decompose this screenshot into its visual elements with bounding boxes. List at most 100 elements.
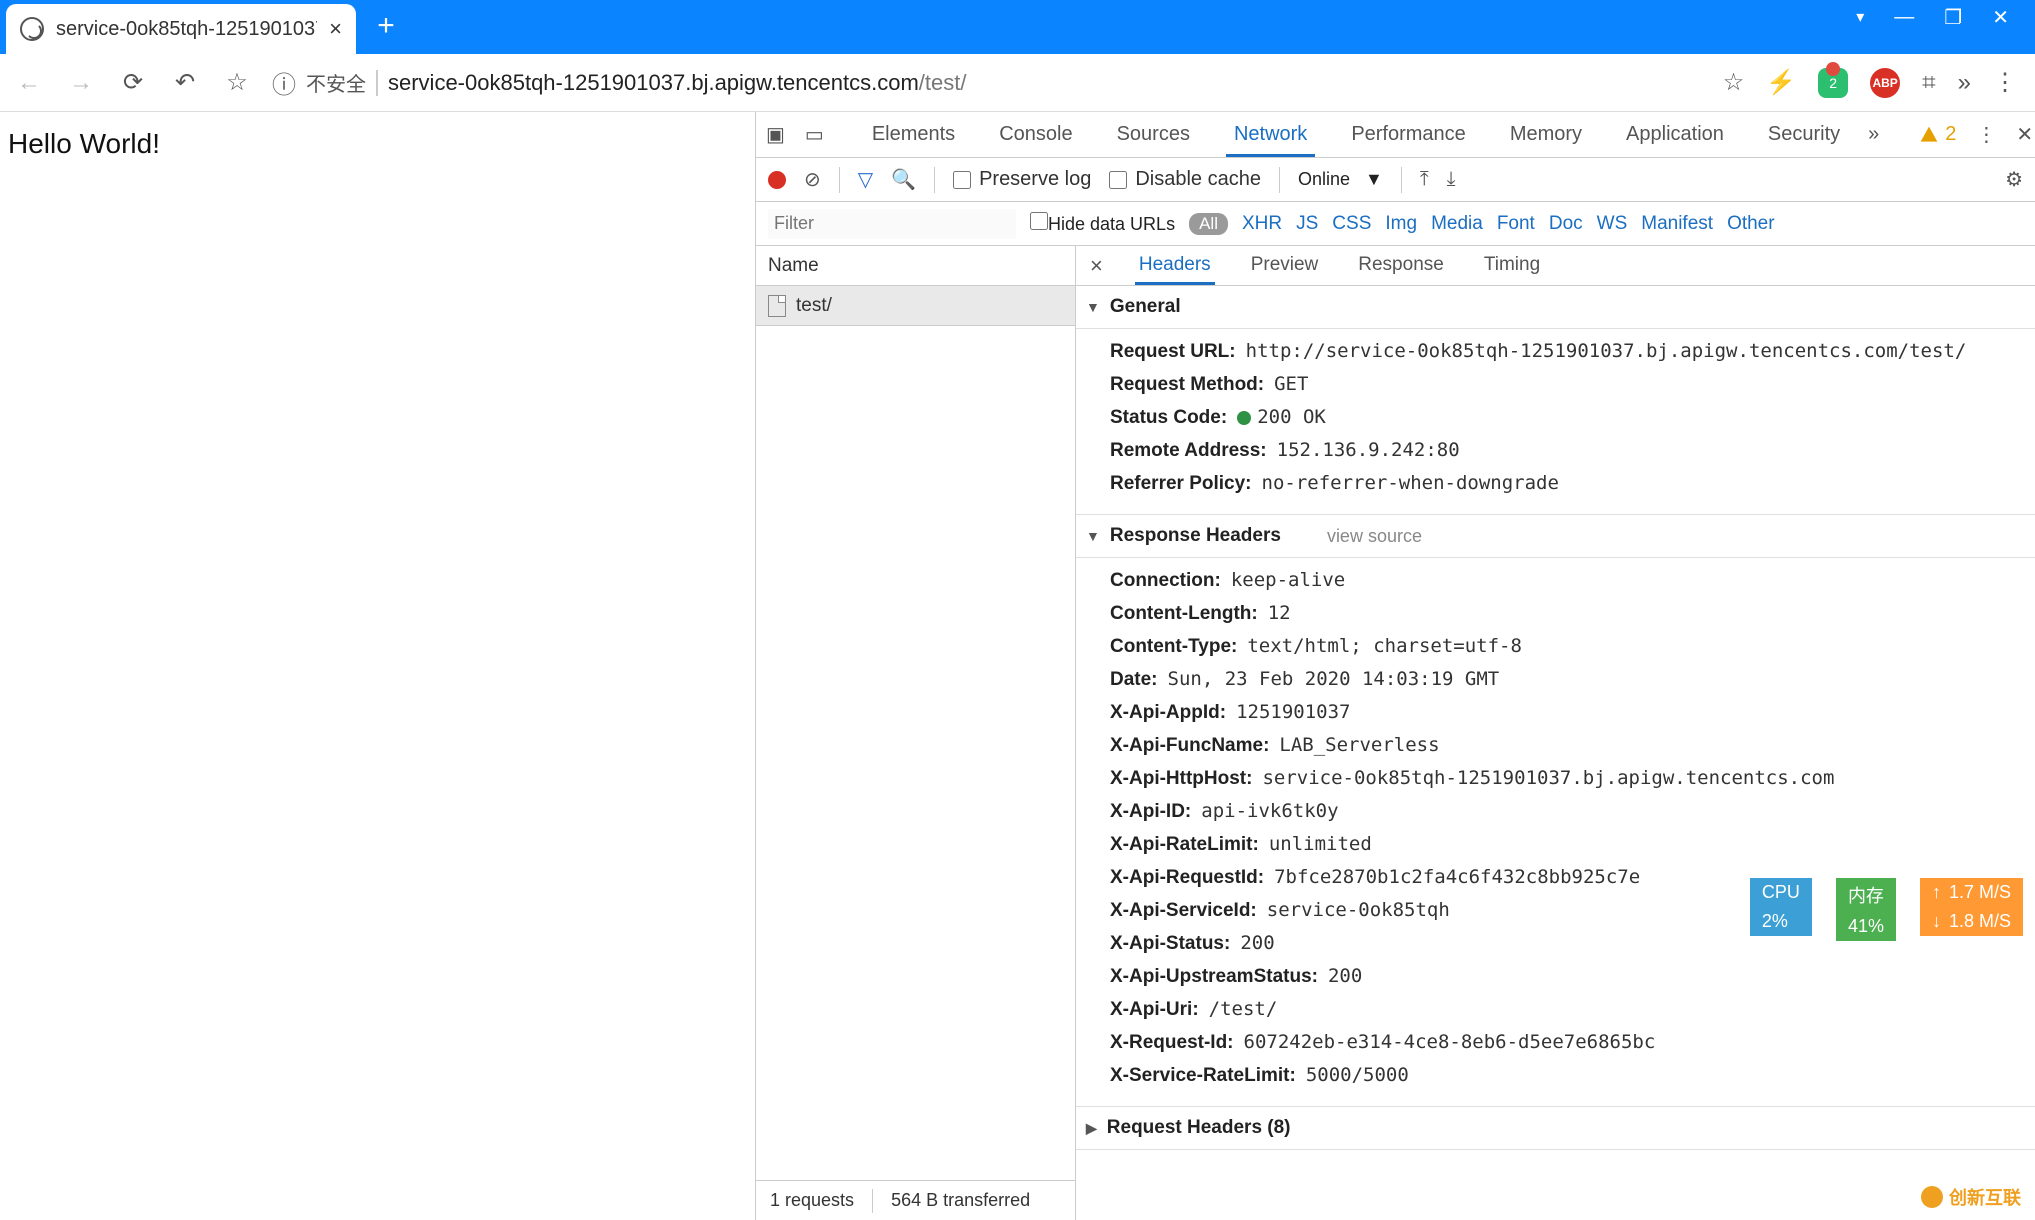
request-row[interactable]: test/: [756, 286, 1075, 326]
type-xhr[interactable]: XHR: [1242, 213, 1282, 235]
type-ws[interactable]: WS: [1597, 213, 1628, 235]
disable-cache-checkbox[interactable]: Disable cache: [1109, 168, 1261, 191]
hide-data-urls-checkbox[interactable]: Hide data URLs: [1030, 212, 1175, 235]
filter-funnel-icon[interactable]: ▽: [858, 167, 873, 192]
inspect-element-icon[interactable]: ▣: [766, 122, 785, 147]
download-har-icon[interactable]: ⤓: [1447, 168, 1456, 191]
bookmark-star-icon[interactable]: ☆: [220, 66, 254, 100]
header-key: X-Api-RequestId:: [1110, 867, 1264, 889]
address-bar: ← → ⟳ ↶ ☆ ⓘ 不安全 service-0ok85tqh-1251901…: [0, 54, 2035, 112]
header-row: X-Api-FuncName:LAB_Serverless: [1110, 729, 2035, 762]
devtools-menu-icon[interactable]: ⋮: [1976, 122, 1996, 147]
bookmark-page-icon[interactable]: ☆: [1723, 68, 1745, 97]
chevron-down-icon[interactable]: ▾: [1856, 7, 1864, 27]
record-icon[interactable]: [768, 171, 786, 189]
url-host: service-0ok85tqh-1251901037.bj.apigw.ten…: [388, 70, 919, 95]
header-row: Content-Length:12: [1110, 597, 2035, 630]
header-key: X-Api-ID:: [1110, 801, 1191, 823]
type-media[interactable]: Media: [1431, 213, 1483, 235]
header-key: Status Code:: [1110, 407, 1227, 429]
header-key: X-Api-ServiceId:: [1110, 900, 1257, 922]
reload-icon[interactable]: ⟳: [116, 66, 150, 100]
panel-tab-network[interactable]: Network: [1226, 113, 1315, 157]
back-icon[interactable]: ←: [12, 66, 46, 100]
header-row: Remote Address:152.136.9.242:80: [1110, 434, 2035, 467]
filter-input[interactable]: [768, 209, 1016, 239]
header-value: 152.136.9.242:80: [1277, 439, 1460, 461]
panel-tab-performance[interactable]: Performance: [1343, 113, 1474, 157]
screenshot-icon[interactable]: ⌗: [1922, 69, 1936, 97]
search-icon[interactable]: 🔍: [891, 167, 916, 192]
minimize-icon[interactable]: —: [1894, 6, 1914, 29]
header-value: Sun, 23 Feb 2020 14:03:19 GMT: [1168, 668, 1500, 690]
detail-tab-headers[interactable]: Headers: [1135, 246, 1215, 285]
request-name: test/: [796, 295, 832, 317]
header-value: no-referrer-when-downgrade: [1262, 472, 1559, 494]
section-general[interactable]: ▼General: [1076, 286, 2035, 329]
type-img[interactable]: Img: [1385, 213, 1417, 235]
panel-tab-application[interactable]: Application: [1618, 113, 1732, 157]
close-window-icon[interactable]: ✕: [1992, 5, 2009, 30]
type-css[interactable]: CSS: [1332, 213, 1371, 235]
header-key: Content-Type:: [1110, 636, 1237, 658]
type-doc[interactable]: Doc: [1549, 213, 1583, 235]
preserve-log-checkbox[interactable]: Preserve log: [953, 168, 1091, 191]
header-key: X-Api-UpstreamStatus:: [1110, 966, 1318, 988]
kebab-menu-icon[interactable]: ⋮: [1993, 68, 2017, 97]
abp-extension-icon[interactable]: ABP: [1870, 68, 1900, 98]
header-row: X-Request-Id:607242eb-e314-4ce8-8eb6-d5e…: [1110, 1026, 2035, 1059]
section-response-headers[interactable]: ▼Response Headersview source: [1076, 515, 2035, 558]
header-key: X-Api-HttpHost:: [1110, 768, 1252, 790]
watermark-text: 创新互联: [1949, 1184, 2021, 1210]
header-value: GET: [1274, 373, 1308, 395]
cpu-label: CPU: [1750, 878, 1812, 907]
section-request-headers-8-[interactable]: ▶Request Headers (8): [1076, 1107, 2035, 1150]
devtools-close-icon[interactable]: ✕: [2016, 122, 2033, 147]
header-key: X-Api-Uri:: [1110, 999, 1199, 1021]
header-row: X-Service-RateLimit:5000/5000: [1110, 1059, 2035, 1092]
detail-tab-preview[interactable]: Preview: [1247, 246, 1323, 285]
panel-tab-sources[interactable]: Sources: [1109, 113, 1198, 157]
header-value: text/html; charset=utf-8: [1247, 635, 1522, 657]
name-column-header[interactable]: Name: [756, 246, 1075, 286]
new-tab-button[interactable]: +: [366, 6, 406, 46]
extension-badge[interactable]: 2: [1818, 68, 1848, 98]
maximize-icon[interactable]: ❐: [1944, 5, 1962, 30]
warning-badge[interactable]: 2: [1919, 123, 1956, 146]
devtools-tabs: ▣ ▭ Elements Console Sources Network Perform…: [756, 112, 2035, 158]
info-icon[interactable]: ⓘ: [272, 65, 296, 100]
undo-icon[interactable]: ↶: [168, 66, 202, 100]
forward-icon[interactable]: →: [64, 66, 98, 100]
panel-tab-elements[interactable]: Elements: [864, 113, 963, 157]
request-list: Name test/ 1 requests 564 B transferred: [756, 246, 1076, 1220]
type-all-pill[interactable]: All: [1189, 213, 1228, 235]
clear-icon[interactable]: ⊘: [804, 167, 821, 192]
throttle-select[interactable]: Online ▼: [1298, 169, 1383, 190]
header-key: Connection:: [1110, 570, 1221, 592]
settings-gear-icon[interactable]: ⚙: [2005, 167, 2023, 192]
omnibox[interactable]: ⓘ 不安全 service-0ok85tqh-1251901037.bj.api…: [272, 61, 1705, 105]
panel-tab-security[interactable]: Security: [1760, 113, 1848, 157]
header-key: Content-Length:: [1110, 603, 1258, 625]
detail-close-icon[interactable]: ×: [1084, 253, 1109, 279]
detail-tab-timing[interactable]: Timing: [1480, 246, 1544, 285]
type-js[interactable]: JS: [1296, 213, 1318, 235]
device-toggle-icon[interactable]: ▭: [805, 122, 824, 147]
header-value: 200 OK: [1237, 406, 1326, 428]
tab-close-icon[interactable]: ×: [329, 16, 342, 42]
panel-tab-console[interactable]: Console: [991, 113, 1080, 157]
detail-tab-response[interactable]: Response: [1354, 246, 1448, 285]
header-value: http://service-0ok85tqh-1251901037.bj.ap…: [1246, 340, 1967, 362]
more-panels-icon[interactable]: »: [1868, 123, 1879, 146]
header-value: 200: [1328, 965, 1362, 987]
lightning-icon[interactable]: ⚡: [1766, 68, 1796, 97]
type-other[interactable]: Other: [1727, 213, 1775, 235]
type-manifest[interactable]: Manifest: [1641, 213, 1713, 235]
header-row: Date:Sun, 23 Feb 2020 14:03:19 GMT: [1110, 663, 2035, 696]
type-font[interactable]: Font: [1497, 213, 1535, 235]
view-source-link[interactable]: view source: [1327, 526, 1422, 547]
upload-har-icon[interactable]: ⤒: [1420, 168, 1429, 191]
panel-tab-memory[interactable]: Memory: [1502, 113, 1590, 157]
double-chevron-down-icon[interactable]: »: [1958, 69, 1971, 97]
browser-tab[interactable]: service-0ok85tqh-1251901037 ×: [6, 4, 356, 54]
